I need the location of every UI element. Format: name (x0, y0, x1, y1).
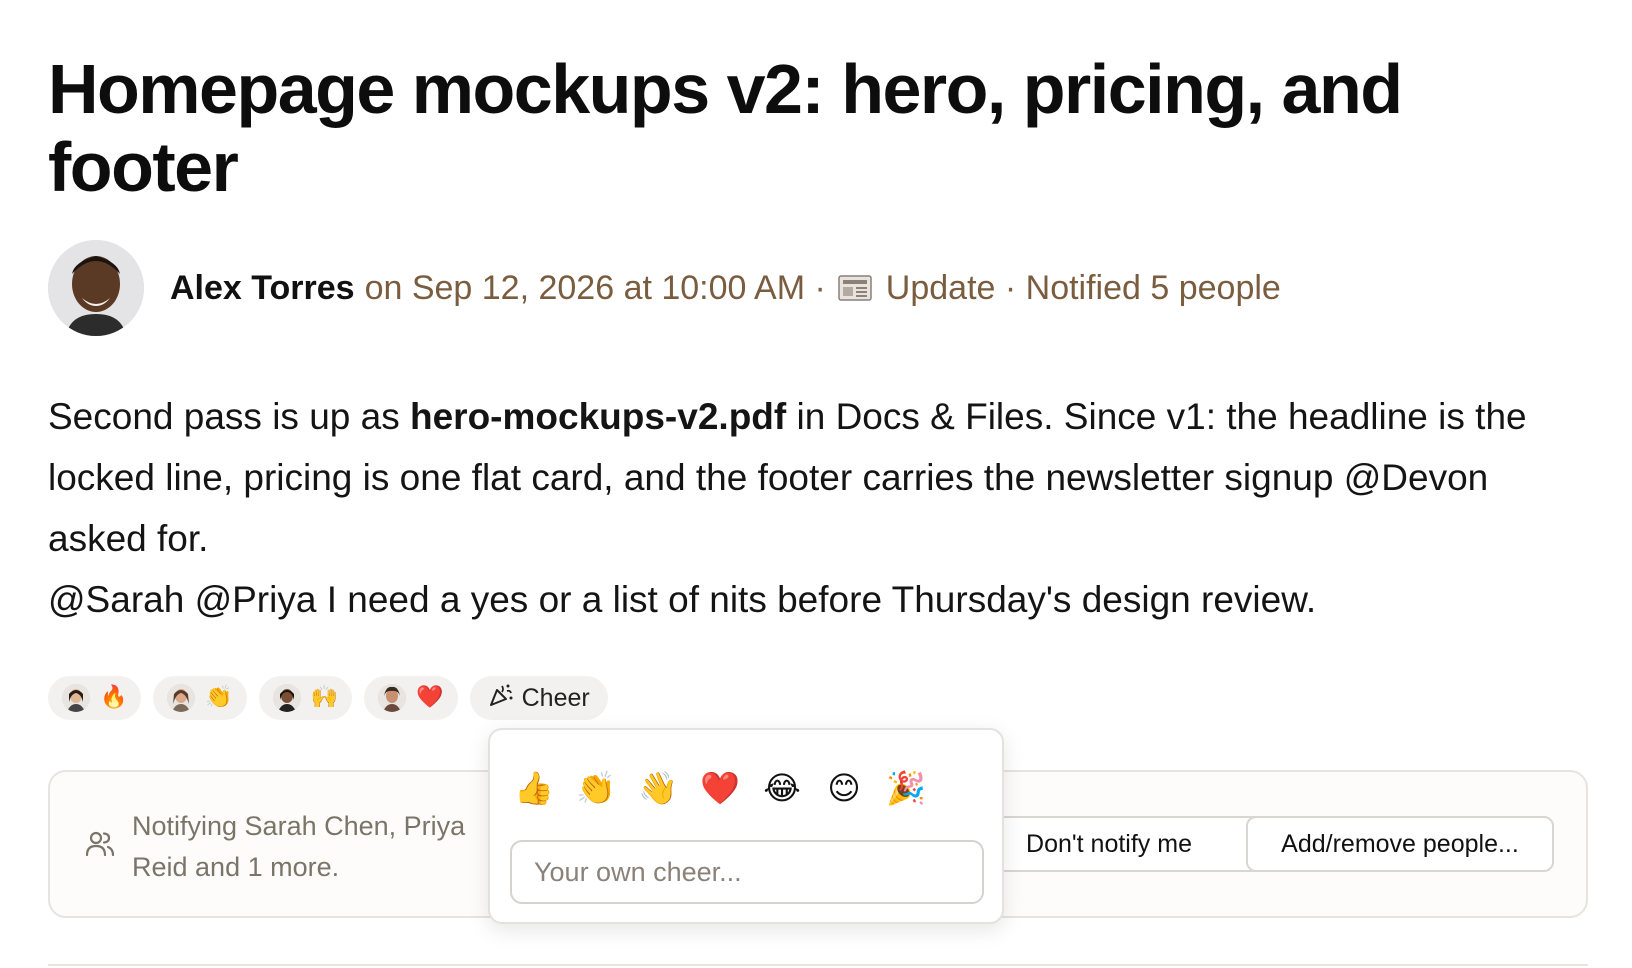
post-body-paragraph-1: Second pass is up as hero-mockups-v2.pdf… (48, 386, 1568, 569)
party-popper-icon (488, 682, 514, 715)
cheer-label: Cheer (521, 683, 590, 712)
post-title: Homepage mockups v2: hero, pricing, and … (48, 50, 1403, 206)
reaction-chip-heart[interactable]: ❤️ (364, 676, 458, 720)
add-remove-people-button[interactable]: Add/remove people... (1246, 816, 1554, 872)
reactor-avatar (272, 684, 301, 712)
body-text: Second pass is up as (48, 396, 410, 437)
heart-emoji-button[interactable]: ❤️ (700, 768, 740, 808)
author-name[interactable]: Alex Torres (170, 269, 355, 308)
post-byline: Alex Torres on Sep 12, 2026 at 10:00 AM … (48, 240, 1281, 336)
laughing-emoji-button[interactable]: 😂 (763, 768, 800, 808)
smile-emoji-button[interactable]: 😊 (827, 768, 860, 808)
cheer-popover: 👍 👏 👋 ❤️ 😂 😊 🎉 (488, 728, 1004, 924)
clap-emoji: 👏 (205, 685, 233, 710)
attachment-link[interactable]: hero-mockups-v2.pdf (410, 396, 786, 437)
post-body-paragraph-2: @Sarah @Priya I need a yes or a list of … (48, 579, 1317, 620)
party-emoji-button[interactable]: 🎉 (886, 768, 926, 808)
wave-emoji-button[interactable]: 👋 (638, 768, 678, 808)
own-cheer-input[interactable] (510, 840, 984, 904)
raised-hands-emoji: 🙌 (310, 685, 339, 710)
reactor-avatar (62, 684, 90, 712)
people-icon (84, 828, 116, 865)
thumbs-up-emoji-button[interactable]: 👍 (514, 768, 554, 808)
reactor-avatar (167, 684, 196, 712)
reaction-chip-raised-hands[interactable]: 🙌 (258, 676, 353, 720)
post-date: on Sep 12, 2026 at 10:00 AM · (364, 268, 826, 307)
divider (48, 964, 1588, 966)
reactions-bar: 🔥 👏 🙌 ❤️ Cheer (48, 676, 608, 720)
reaction-chip-clap[interactable]: 👏 (153, 676, 247, 720)
post-type-and-notified: Update · Notified 5 people (885, 268, 1281, 307)
fire-emoji: 🔥 (100, 685, 128, 710)
reactor-avatar (378, 684, 407, 712)
notifying-text: Notifying Sarah Chen, Priya Reid and 1 m… (132, 811, 466, 882)
emoji-picker-row: 👍 👏 👋 ❤️ 😂 😊 🎉 (514, 768, 926, 808)
post-body: Second pass is up as hero-mockups-v2.pdf… (48, 386, 1568, 630)
reaction-chip-fire[interactable]: 🔥 (48, 676, 142, 720)
author-avatar[interactable] (48, 240, 144, 336)
heart-emoji: ❤️ (416, 685, 444, 710)
clap-emoji-button[interactable]: 👏 (576, 768, 616, 808)
newspaper-icon (838, 274, 872, 302)
cheer-button[interactable]: Cheer (469, 676, 608, 720)
